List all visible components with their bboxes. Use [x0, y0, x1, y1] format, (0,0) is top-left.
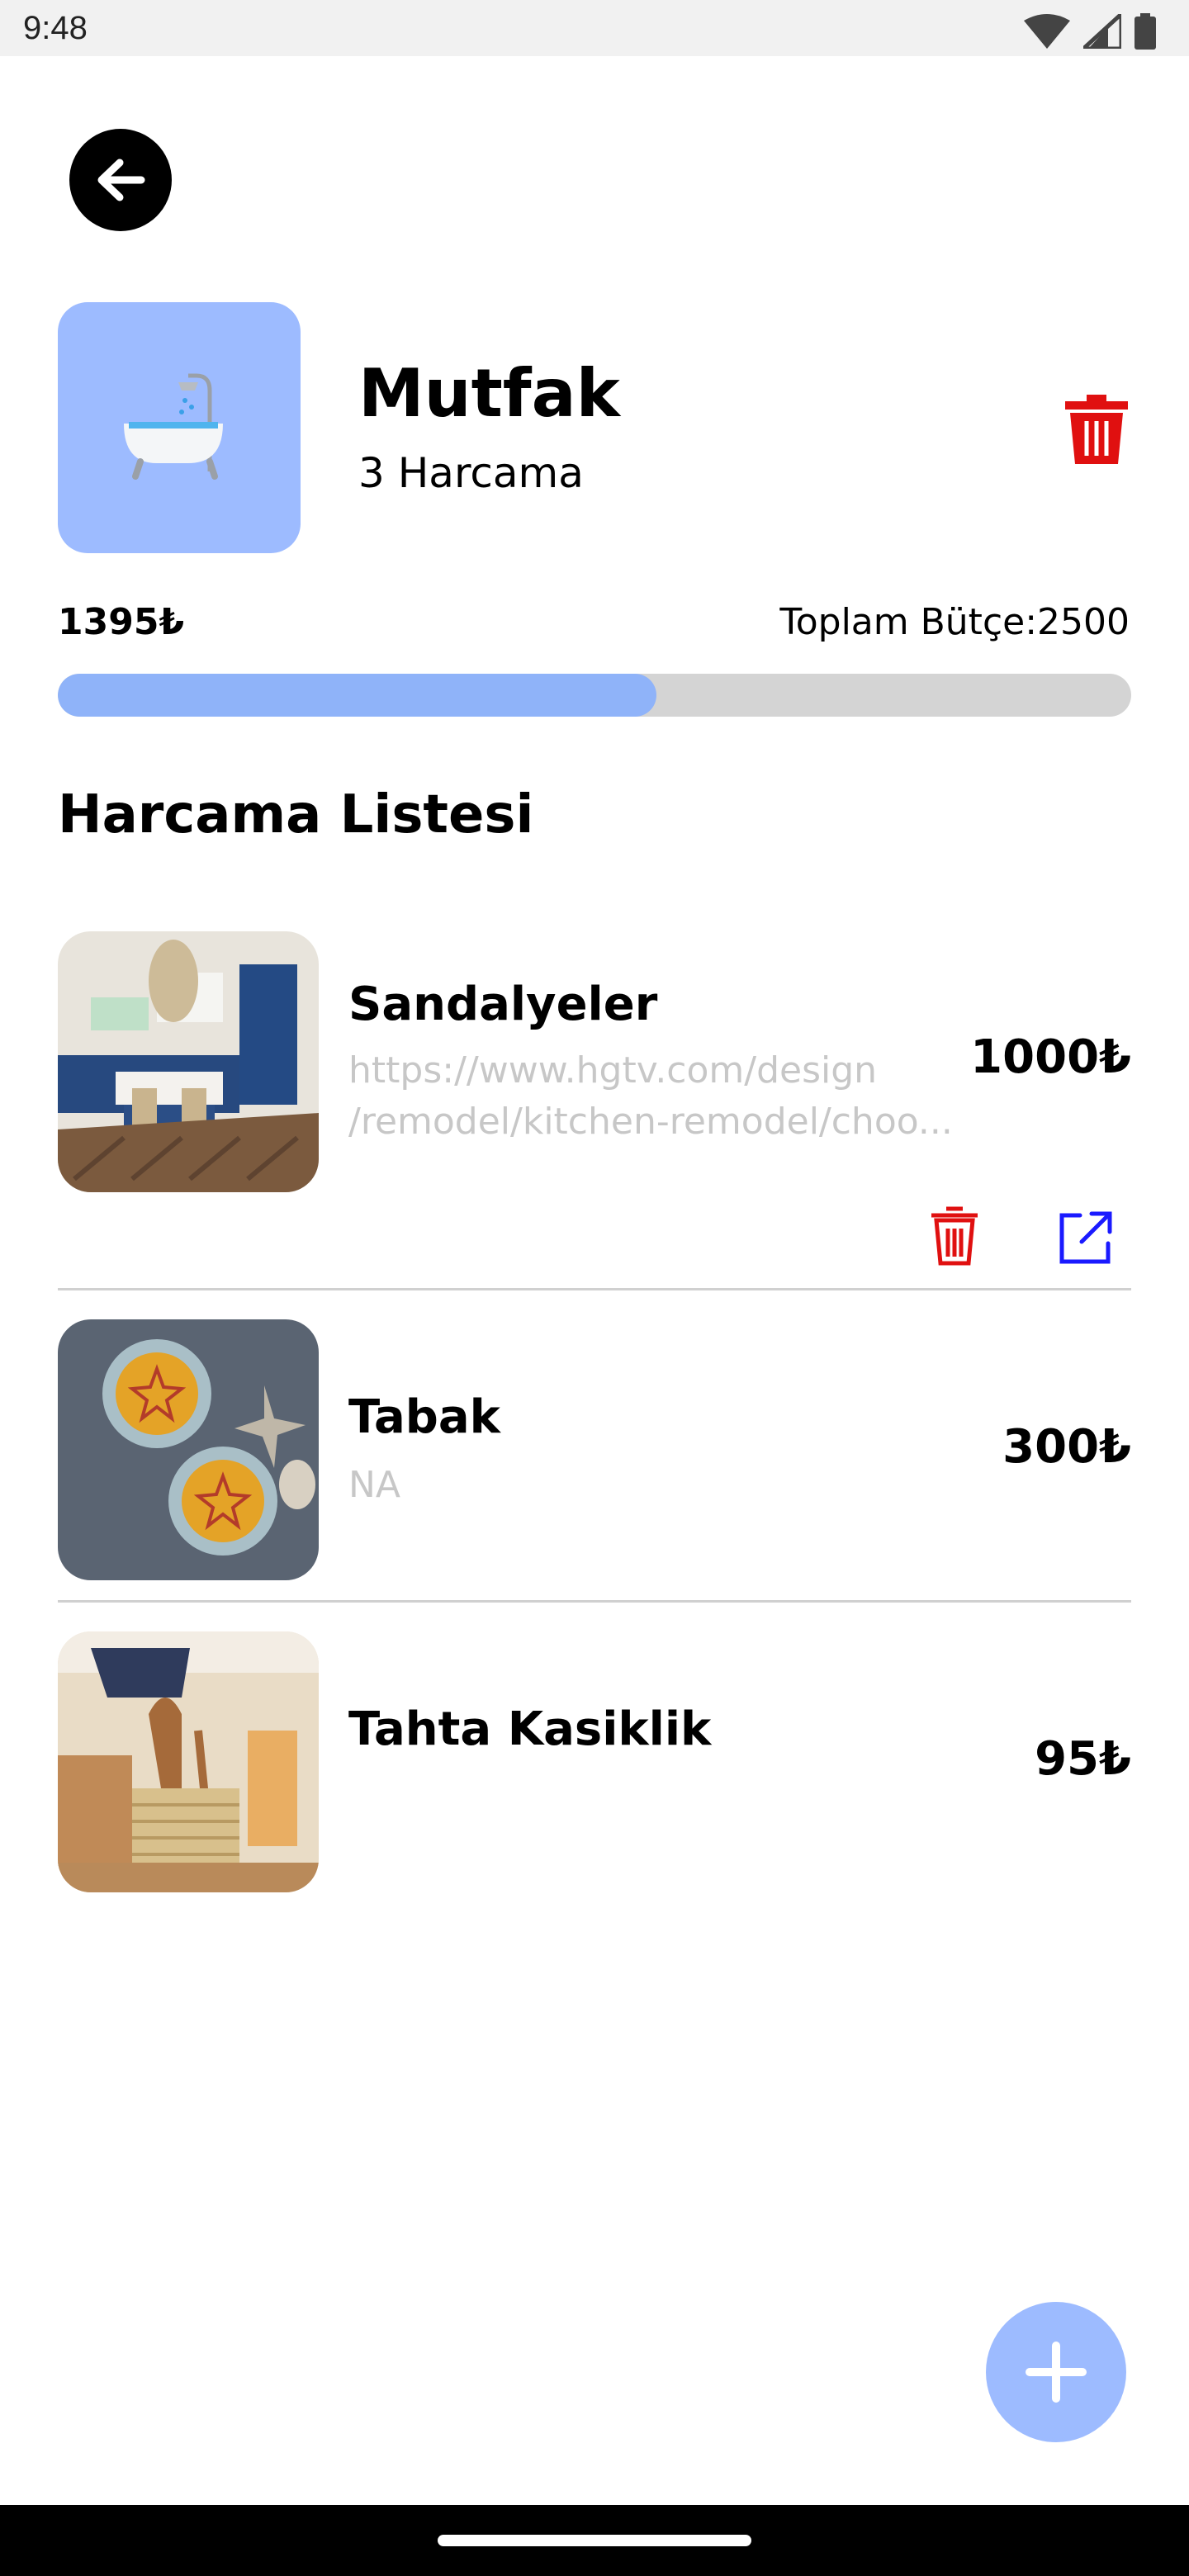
open-link-button[interactable] [1055, 1209, 1115, 1268]
spent-amount: 1395₺ [58, 601, 185, 643]
system-navigation-bar [0, 2505, 1189, 2576]
wifi-icon [1024, 14, 1070, 49]
expense-link-line: /remodel/kitchen-remodel/choo... [348, 1101, 953, 1143]
divider [58, 1288, 1131, 1290]
category-expense-count: 3 Harcama [358, 449, 584, 497]
home-handle[interactable] [438, 2535, 751, 2546]
delete-category-button[interactable] [1065, 395, 1128, 464]
expense-name: Sandalyeler [348, 978, 658, 1031]
status-time: 9:48 [23, 10, 88, 46]
expense-item[interactable]: Tabak NA 300₺ [58, 1319, 1131, 1580]
budget-progress-bar [58, 674, 1131, 717]
expense-price: 95₺ [1035, 1732, 1131, 1786]
delete-expense-button[interactable] [928, 1205, 981, 1267]
divider [58, 1600, 1131, 1603]
bathtub-icon [124, 373, 223, 480]
external-link-icon [1059, 1211, 1112, 1264]
category-title: Mutfak [358, 355, 620, 432]
status-bar: 9:48 [0, 0, 1189, 56]
trash-icon [931, 1206, 978, 1266]
expense-item[interactable]: Sandalyeler https://www.hgtv.com/design … [58, 931, 1131, 1295]
expense-thumbnail [58, 1319, 319, 1580]
battery-icon [1135, 13, 1156, 50]
expense-name: Tahta Kasiklik [348, 1702, 712, 1756]
expense-link: NA [348, 1464, 401, 1506]
expense-link-line: https://www.hgtv.com/design [348, 1049, 878, 1091]
expense-price: 1000₺ [970, 1030, 1131, 1084]
expense-thumbnail [58, 1631, 319, 1892]
expense-price: 300₺ [1002, 1420, 1131, 1474]
expense-thumbnail [58, 931, 319, 1192]
category-icon-tile [58, 302, 301, 553]
arrow-left-icon [97, 159, 145, 201]
expense-link[interactable]: https://www.hgtv.com/design /remodel/kit… [348, 1045, 992, 1148]
expense-name: Tabak [348, 1390, 500, 1444]
signal-icon [1083, 14, 1121, 49]
expense-item[interactable]: Tahta Kasiklik 95₺ [58, 1631, 1131, 1892]
total-budget: Toplam Bütçe:2500 [779, 601, 1130, 643]
plus-icon [1026, 2342, 1087, 2403]
budget-progress-fill [58, 674, 657, 717]
back-button[interactable] [69, 129, 172, 231]
add-expense-button[interactable] [986, 2302, 1126, 2442]
expense-list-title: Harcama Listesi [58, 784, 534, 845]
status-icons [1024, 13, 1156, 50]
